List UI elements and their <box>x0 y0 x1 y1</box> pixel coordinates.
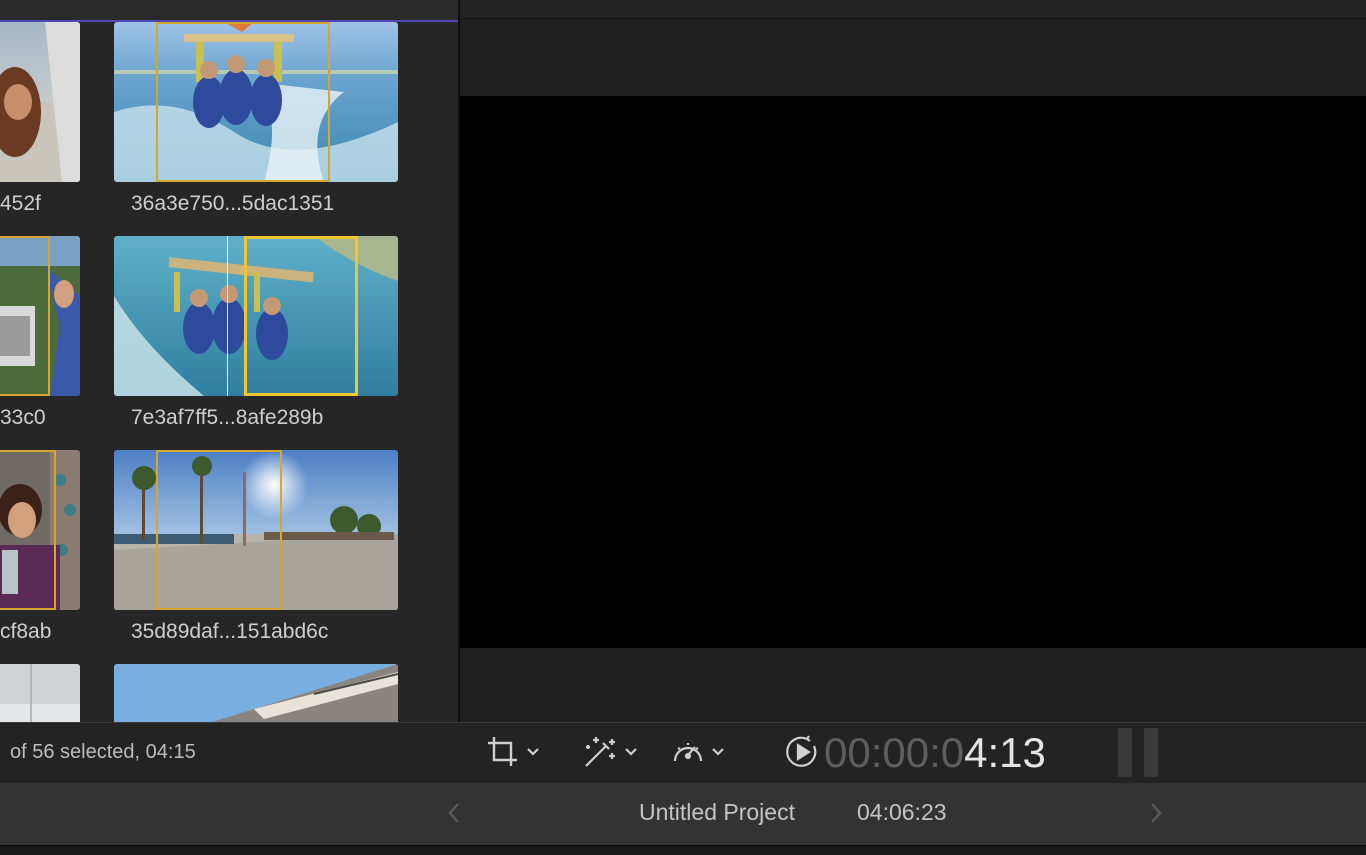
clip-thumbnail[interactable] <box>0 450 80 610</box>
audio-meter-left[interactable] <box>1118 728 1132 777</box>
speedometer-icon <box>671 735 705 769</box>
range-selection[interactable] <box>156 450 282 610</box>
browser-toolbar <box>0 0 458 22</box>
clip-label: cf8ab <box>0 620 52 643</box>
project-name: Untitled Project <box>639 799 795 825</box>
timeline-forward-button[interactable] <box>1148 801 1164 830</box>
range-selection[interactable] <box>156 22 330 182</box>
clip-label: 35d89daf...151abd6c <box>131 620 329 643</box>
chevron-left-icon <box>446 803 462 829</box>
clip-label: 36a3e750...5dac1351 <box>131 192 335 215</box>
clip-thumbnail[interactable] <box>0 236 80 396</box>
play-circle-icon <box>785 735 819 769</box>
selection-status: of 56 selected, 04:15 <box>10 741 196 763</box>
timeline-back-button[interactable] <box>446 801 462 830</box>
browser-pane: 452f 36a3e750...5dac1351 33c0 7e3af7ff5.… <box>0 0 458 722</box>
audio-meter-right[interactable] <box>1144 728 1158 777</box>
retime-menu-button[interactable] <box>671 735 725 769</box>
viewer-toolbar <box>460 0 1366 19</box>
clip-thumbnail[interactable] <box>0 664 80 722</box>
clip-label: 33c0 <box>0 406 46 429</box>
viewer-header <box>460 19 1366 96</box>
chevron-down-icon <box>526 747 540 757</box>
viewer-footer <box>460 648 1366 722</box>
play-button[interactable] <box>785 735 819 769</box>
clip-thumbnail[interactable] <box>114 236 398 396</box>
clip-thumbnail[interactable] <box>114 450 398 610</box>
clip-thumbnail[interactable] <box>114 22 398 182</box>
clip-label: 452f <box>0 192 41 215</box>
chevron-down-icon <box>624 747 638 757</box>
clip-label: 7e3af7ff5...8afe289b <box>131 406 324 429</box>
timecode-value: 4:13 <box>964 729 1046 776</box>
magic-wand-icon <box>582 735 618 769</box>
chevron-down-icon <box>711 747 725 757</box>
range-selection[interactable] <box>0 450 56 610</box>
clip-thumbnail[interactable] <box>0 22 80 182</box>
timecode-display[interactable]: 00:00:04:13 <box>824 731 1046 775</box>
chevron-right-icon <box>1148 803 1164 829</box>
enhance-menu-button[interactable] <box>582 735 638 769</box>
range-selection[interactable] <box>0 236 50 396</box>
project-duration: 04:06:23 <box>857 799 947 825</box>
crop-icon <box>486 735 520 769</box>
timecode-leading: 00:00:0 <box>824 729 965 776</box>
crop-menu-button[interactable] <box>486 735 540 769</box>
range-selection-active[interactable] <box>244 236 358 396</box>
clip-thumbnail[interactable] <box>114 664 398 722</box>
viewer-canvas[interactable] <box>460 96 1366 648</box>
